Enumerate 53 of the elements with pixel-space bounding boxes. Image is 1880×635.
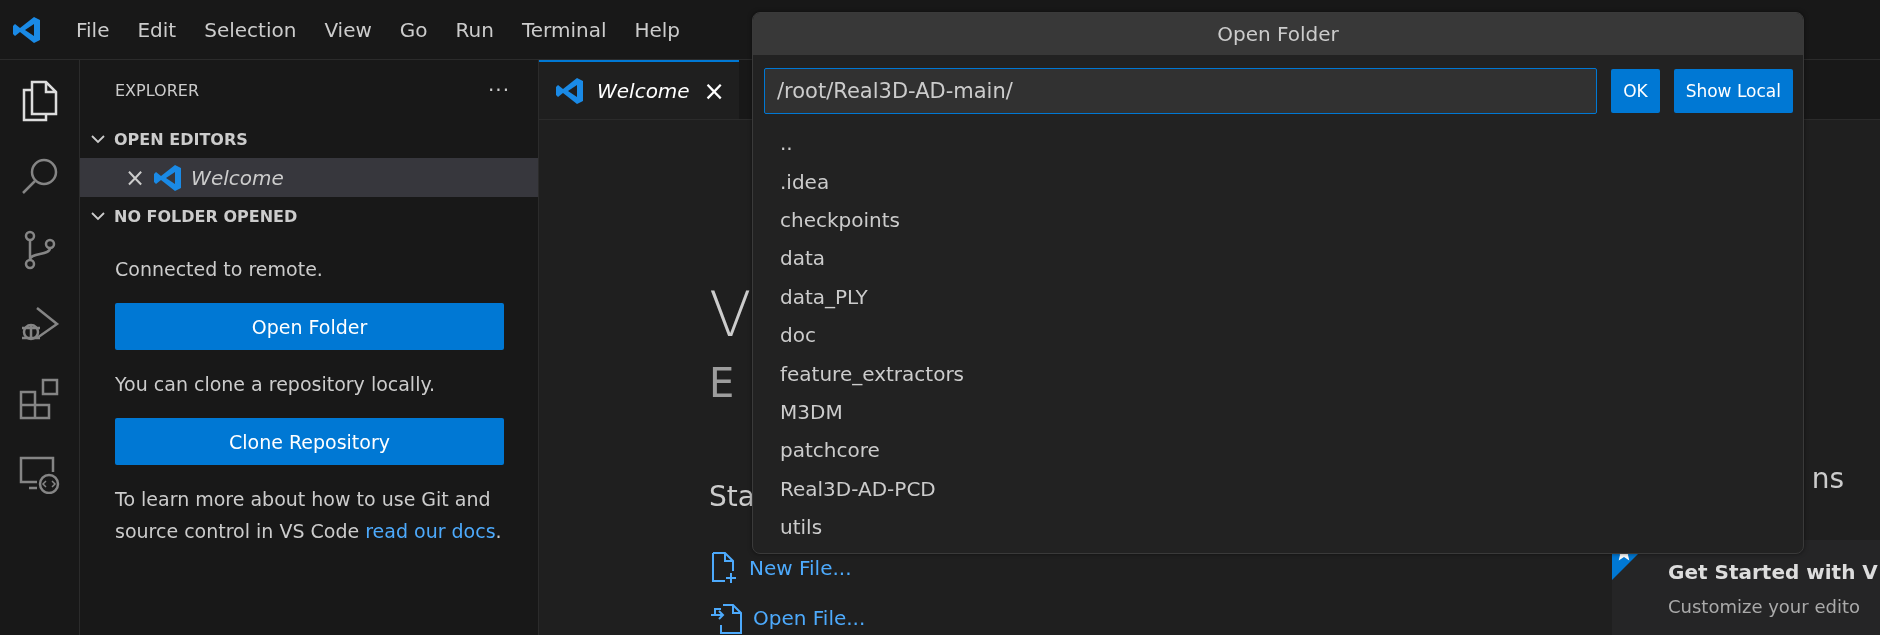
menu-item[interactable]: Run xyxy=(441,17,508,42)
remote-icon[interactable] xyxy=(18,454,61,494)
more-actions-icon[interactable]: ··· xyxy=(487,78,510,102)
section-title[interactable]: NO FOLDER OPENED xyxy=(114,206,298,226)
start-heading: Sta xyxy=(709,480,755,513)
notification-subtitle: Customize your edito xyxy=(1668,596,1860,617)
open-file-icon xyxy=(709,601,743,635)
close-icon[interactable]: × xyxy=(125,163,146,192)
help-paragraph: To learn more about how to use Git and source control in VS Code read our docs. xyxy=(115,487,503,544)
start-action-link[interactable]: New File... xyxy=(749,556,852,580)
clone-repository-button[interactable]: Clone Repository xyxy=(115,418,504,465)
folder-entry[interactable]: M3DM xyxy=(780,392,1803,432)
docs-link[interactable]: read our docs xyxy=(365,520,496,542)
start-action-link[interactable]: Open File... xyxy=(753,606,866,630)
editor-tab[interactable]: Welcome × xyxy=(539,60,739,119)
menu-item[interactable]: Terminal xyxy=(507,17,621,42)
folder-entry[interactable]: data_PLY xyxy=(780,277,1803,316)
section-title[interactable]: OPEN EDITORS xyxy=(114,129,248,149)
folder-entry[interactable]: .. xyxy=(780,124,1803,163)
sidebar-title: EXPLORER xyxy=(115,80,199,100)
extensions-icon[interactable] xyxy=(18,378,61,420)
menu-item[interactable]: Go xyxy=(385,17,442,42)
logo-icon xyxy=(12,14,42,45)
welcome-subtitle: E xyxy=(709,360,735,406)
folder-entry[interactable]: data xyxy=(780,239,1803,278)
menu-item[interactable]: Selection xyxy=(190,17,311,42)
folder-entry[interactable]: patchcore xyxy=(780,431,1803,470)
logo-icon xyxy=(153,162,184,193)
clone-message: You can clone a repository locally. xyxy=(115,372,436,397)
folder-entry[interactable]: .idea xyxy=(780,162,1803,201)
menu-item[interactable]: View xyxy=(310,17,386,42)
welcome-title: V xyxy=(709,280,752,350)
menu-item[interactable]: File xyxy=(62,17,124,42)
folder-entry[interactable]: checkpoints xyxy=(780,200,1803,240)
notification-title: Get Started with V xyxy=(1668,560,1878,584)
folder-entry[interactable]: feature_extractors xyxy=(780,354,1803,393)
open-editor-item[interactable]: × Welcome xyxy=(80,158,538,197)
close-icon[interactable]: × xyxy=(703,75,725,106)
logo-icon xyxy=(555,75,585,106)
walkthroughs-heading: ns xyxy=(1811,462,1844,495)
folder-entry[interactable]: doc xyxy=(780,315,1803,355)
status-message: Connected to remote. xyxy=(115,257,324,282)
file-name: Welcome xyxy=(191,165,284,190)
notification[interactable]: Get Started with V Customize your edito xyxy=(1612,540,1880,635)
menu-item[interactable]: Edit xyxy=(123,17,191,42)
path-input[interactable]: /root/Real3D-AD-main/ xyxy=(764,68,1598,114)
dialog-button[interactable]: OK xyxy=(1611,69,1660,113)
open-folder-button[interactable]: Open Folder xyxy=(115,303,504,350)
menu-item[interactable]: Help xyxy=(620,17,695,42)
new-file-icon xyxy=(709,551,739,585)
dialog-button[interactable]: Show Local xyxy=(1673,69,1793,113)
folder-entry[interactable]: Real3D-AD-PCD xyxy=(780,469,1803,508)
dialog-title: Open Folder xyxy=(753,13,1803,55)
